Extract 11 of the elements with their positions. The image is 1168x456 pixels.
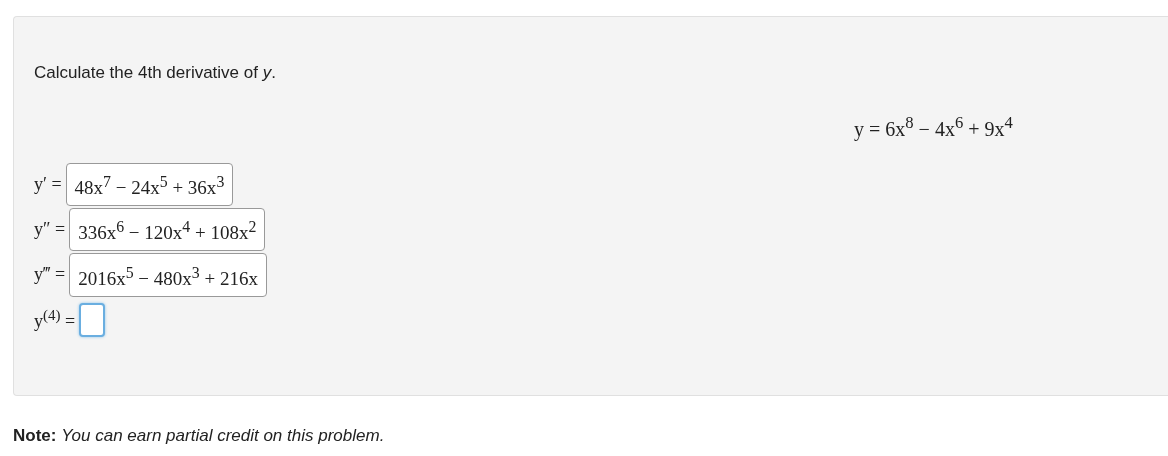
partial-credit-note: Note: You can earn partial credit on this problem. bbox=[13, 426, 385, 446]
problem-prompt: Calculate the 4th derivative of y. bbox=[34, 63, 276, 83]
function-equation: y = 6x$^{8}$ − 4x$^{6}$ + 9x$^{4}$ bbox=[854, 113, 1013, 141]
answer-box[interactable]: 48x$^{7}$ − 24x$^{5}$ + 36x$^{3}$ bbox=[65, 162, 234, 206]
answer-box[interactable]: 336x$^{6}$ − 120x$^{4}$ + 108x$^{2}$ bbox=[69, 208, 266, 252]
derivative-label: y$^{(4)}$ = bbox=[34, 307, 76, 333]
answer-box[interactable]: 2016x$^{5}$ − 480x$^{3}$ + 216x bbox=[69, 253, 267, 297]
answer-input-field[interactable] bbox=[79, 302, 106, 337]
derivative-label: y″ = bbox=[34, 219, 66, 241]
derivative-label: y‴ = bbox=[34, 264, 66, 286]
derivative-label: y′ = bbox=[34, 173, 62, 195]
